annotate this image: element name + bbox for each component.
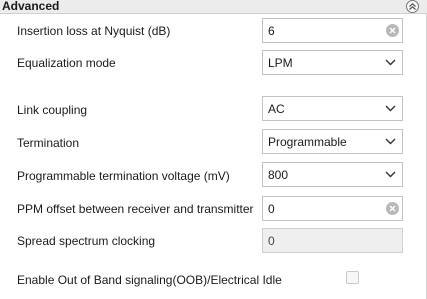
advanced-panel: Advanced Insertion loss at Nyquist (dB) … <box>0 0 427 299</box>
equalization-mode-select[interactable]: LPM <box>262 50 403 75</box>
clear-icon[interactable] <box>386 24 399 37</box>
link-coupling-value: AC <box>268 101 285 116</box>
termination-value: Programmable <box>268 134 347 149</box>
insertion-loss-value[interactable]: 6 <box>263 24 386 38</box>
section-header[interactable]: Advanced <box>0 0 427 14</box>
spread-spectrum-value: 0 <box>268 233 275 248</box>
termination-voltage-value: 800 <box>268 167 289 182</box>
termination-label: Termination <box>17 136 80 150</box>
ppm-offset-label: PPM offset between receiver and transmit… <box>17 202 254 216</box>
termination-voltage-label: Programmable termination voltage (mV) <box>17 169 230 183</box>
chevron-down-icon[interactable] <box>380 56 400 70</box>
section-title: Advanced <box>2 0 60 13</box>
insertion-loss-input[interactable]: 6 <box>262 18 403 43</box>
termination-select[interactable]: Programmable <box>262 129 403 154</box>
link-coupling-label: Link coupling <box>17 103 88 117</box>
ppm-offset-value[interactable]: 0 <box>263 202 386 216</box>
insertion-loss-label: Insertion loss at Nyquist (dB) <box>17 24 171 38</box>
link-coupling-select[interactable]: AC <box>262 96 403 121</box>
equalization-mode-label: Equalization mode <box>17 56 116 70</box>
spread-spectrum-input: 0 <box>262 228 403 253</box>
chevron-down-icon[interactable] <box>380 135 400 149</box>
chevron-down-icon[interactable] <box>380 102 400 116</box>
oob-signaling-checkbox[interactable] <box>346 271 359 284</box>
clear-icon[interactable] <box>386 202 399 215</box>
spread-spectrum-label: Spread spectrum clocking <box>17 234 156 248</box>
equalization-mode-value: LPM <box>268 55 293 70</box>
chevron-down-icon[interactable] <box>380 168 400 182</box>
chevron-up-icon[interactable] <box>406 0 419 13</box>
ppm-offset-input[interactable]: 0 <box>262 196 403 221</box>
oob-signaling-label: Enable Out of Band signaling(OOB)/Electr… <box>17 273 282 287</box>
termination-voltage-select[interactable]: 800 <box>262 162 403 187</box>
